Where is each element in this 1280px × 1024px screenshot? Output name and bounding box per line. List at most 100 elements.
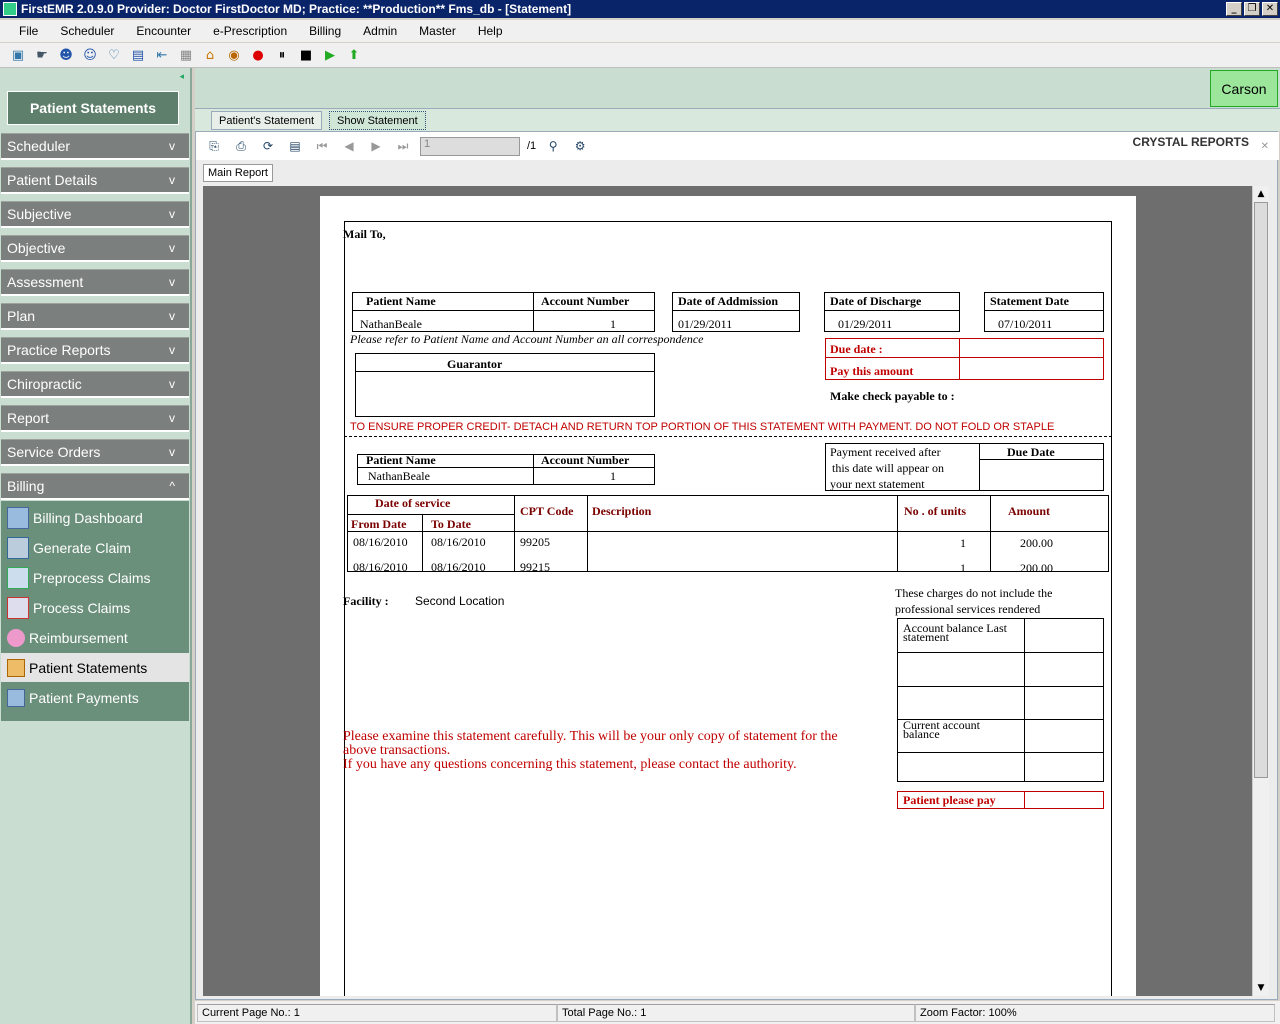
process-claims-item[interactable]: Process Claims [1,593,189,622]
patient-statements-item[interactable]: Patient Statements [1,653,189,682]
item-label: Reimbursement [29,629,128,646]
billing-panel: Billing Dashboard Generate Claim Preproc… [1,501,189,721]
section-objective[interactable]: Objective v [1,235,189,262]
patient-payments-item[interactable]: Patient Payments [1,683,189,712]
home-icon[interactable]: ⌂ [200,45,220,65]
close-button[interactable]: ✕ [1262,2,1278,16]
tab-patients-statement[interactable]: Patient's Statement [211,111,323,130]
section-service-orders[interactable]: Service Orders v [1,439,189,466]
import-icon[interactable]: ⇤ [152,45,172,65]
section-label: Service Orders [7,444,101,460]
document-icon[interactable]: ▤ [128,45,148,65]
statement-date-value: 07/10/2011 [998,317,1053,331]
vertical-scrollbar[interactable]: ▲ ▼ [1252,186,1269,996]
facility-label: Facility : [343,594,389,608]
scroll-thumb[interactable] [1254,202,1268,778]
chevron-down-icon: v [169,241,175,255]
record-icon[interactable]: ● [248,45,268,65]
balance-last-label-2: statement [903,630,949,644]
refresh-icon[interactable]: ⟳ [258,136,278,156]
admission-label: Date of Addmission [678,294,779,308]
play-icon[interactable]: ▶ [320,45,340,65]
guarantor-label: Guarantor [447,357,503,371]
group-tree-icon[interactable]: ▤ [285,136,305,156]
claim-icon [7,536,29,559]
close-icon[interactable]: ✕ [1261,141,1269,152]
chevron-down-icon: v [169,411,175,425]
section-practice-reports[interactable]: Practice Reports v [1,337,189,364]
zoom-status: Zoom Factor: 100% [915,1004,1275,1022]
section-billing[interactable]: Billing ^ [1,473,189,500]
stop-icon[interactable]: ■ [296,45,316,65]
next-page-icon[interactable]: ▶ [366,136,386,156]
item-label: Patient Statements [29,659,148,676]
section-assessment[interactable]: Assessment v [1,269,189,296]
patient-name-value: NathanBeale [360,317,422,331]
divider [533,292,534,332]
menu-eprescription[interactable]: e-Prescription [202,24,298,38]
app-icon [3,2,17,16]
print-icon[interactable]: ⎙ [231,136,251,156]
menu-master[interactable]: Master [408,24,467,38]
scroll-down-icon[interactable]: ▼ [1253,980,1269,996]
last-page-icon[interactable]: ⏭ [393,136,413,156]
report-canvas: Mail To, Patient Name Account Number Nat… [203,186,1255,996]
main-report-tab[interactable]: Main Report [203,164,273,182]
divider [347,514,514,515]
zoom-icon[interactable]: ⚙ [570,136,590,156]
menu-admin[interactable]: Admin [352,24,408,38]
section-scheduler[interactable]: Scheduler v [1,133,189,160]
scroll-up-icon[interactable]: ▲ [1253,186,1269,202]
chevron-down-icon: v [169,275,175,289]
users-icon[interactable]: ☻ [56,45,76,65]
preprocess-claims-item[interactable]: Preprocess Claims [1,563,189,592]
page-number-input[interactable]: 1 [420,136,520,156]
pay-amount-label: Pay this amount [830,364,914,378]
first-page-icon[interactable]: ⏮ [312,136,332,156]
menu-billing[interactable]: Billing [298,24,352,38]
computer-icon[interactable]: ▣ [8,45,28,65]
section-label: Practice Reports [7,342,111,358]
service-amount: 200.00 [1020,536,1053,550]
charges-note-2: professional services rendered [895,602,1041,616]
user-button[interactable]: Carson [1210,70,1278,107]
handshake-icon[interactable]: ☛ [32,45,52,65]
service-from-date: 08/16/2010 [353,535,408,549]
prev-page-icon[interactable]: ◀ [339,136,359,156]
menu-encounter[interactable]: Encounter [125,24,202,38]
menu-scheduler[interactable]: Scheduler [49,24,125,38]
restore-button[interactable]: ❐ [1244,2,1260,16]
billing-dashboard-item[interactable]: Billing Dashboard [1,503,189,532]
discharge-value: 01/29/2011 [838,317,893,331]
service-cpt: 99215 [520,560,550,574]
divider [984,310,1104,311]
upload-icon[interactable]: ⬆ [344,45,364,65]
alert-icon[interactable]: ◉ [224,45,244,65]
tab-strip: Patient's Statement Show Statement [195,109,1280,131]
users-add-icon[interactable]: ☺ [80,45,100,65]
find-icon[interactable]: ⚲ [543,136,563,156]
stethoscope-icon[interactable]: ♡ [104,45,124,65]
minimize-button[interactable]: _ [1226,2,1242,16]
statement-icon [7,658,25,677]
section-chiropractic[interactable]: Chiropractic v [1,371,189,398]
section-report[interactable]: Report v [1,405,189,432]
reimbursement-item[interactable]: Reimbursement [1,623,189,652]
generate-claim-item[interactable]: Generate Claim [1,533,189,562]
viewer-toolbar: ⎘ ⎙ ⟳ ▤ ⏮ ◀ ▶ ⏭ 1 /1 ⚲ ⚙ CRYSTAL REPORTS… [196,132,1279,160]
date-of-service-label: Date of service [375,496,451,510]
menu-file[interactable]: File [8,24,49,38]
pause-icon[interactable]: ⏸ [272,45,292,65]
admission-value: 01/29/2011 [678,317,733,331]
section-subjective[interactable]: Subjective v [1,201,189,228]
section-patient-details[interactable]: Patient Details v [1,167,189,194]
payment-note-1: Payment received after [830,445,941,459]
report-icon[interactable]: ▦ [176,45,196,65]
menu-help[interactable]: Help [467,24,514,38]
pin-icon[interactable]: ◂ [179,71,184,82]
chevron-down-icon: v [169,139,175,153]
divider [897,495,898,572]
section-plan[interactable]: Plan v [1,303,189,330]
tab-show-statement[interactable]: Show Statement [329,111,426,130]
export-icon[interactable]: ⎘ [204,136,224,156]
